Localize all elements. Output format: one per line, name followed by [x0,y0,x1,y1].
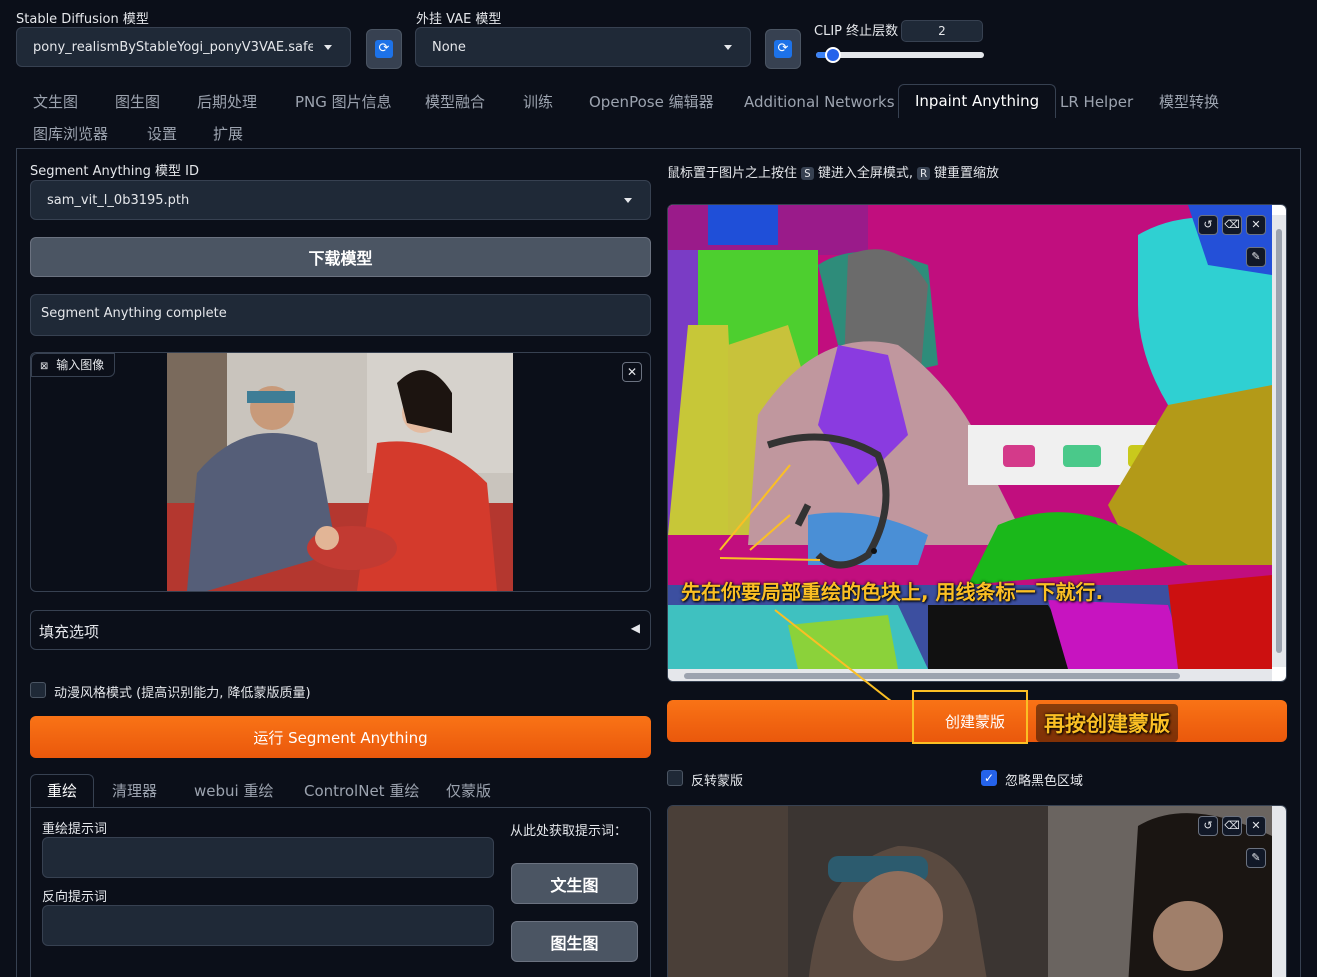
brush-icon[interactable]: ✎ [1246,247,1266,267]
input-image-tag: ⊠ 输入图像 [31,353,116,377]
prompt-input[interactable] [42,837,494,878]
download-model-button[interactable]: 下载模型 [30,237,651,277]
mask-preview-image [668,806,1272,977]
refresh-sd-model-button[interactable]: ⟳ [366,29,402,69]
tab-img2img[interactable]: 图生图 [99,86,176,118]
refresh-icon: ⟳ [375,40,393,58]
hint-suffix: 键重置缩放 [933,166,999,181]
chevron-down-icon [324,45,332,50]
input-image-area[interactable]: ⊠ 输入图像 ✕ [30,352,651,592]
sam-model-value: sam_vit_l_0b3195.pth [47,192,190,208]
vae-label: 外挂 VAE 模型 [416,12,502,27]
anime-mode-checkbox[interactable] [30,682,46,698]
tab-txt2img[interactable]: 文生图 [17,86,94,118]
subtab-mask-only[interactable]: 仅蒙版 [446,775,491,807]
fullscreen-hint: 鼠标置于图片之上按住 S 键进入全屏模式, R 键重置缩放 [667,162,999,181]
prompt-label: 重绘提示词 [42,822,108,837]
chevron-down-icon [624,198,632,203]
run-segment-anything-button[interactable]: 运行 Segment Anything [30,716,651,758]
subtab-controlnet-inpaint[interactable]: ControlNet 重绘 [304,775,419,807]
sam-model-label: Segment Anything 模型 ID [30,164,200,179]
highlight-box [912,690,1028,744]
tab-checkpoint-merger[interactable]: 模型融合 [409,86,501,118]
image-icon: ⊠ [40,361,49,372]
clip-skip-input[interactable]: 2 [901,20,983,42]
undo-icon[interactable]: ↺ [1198,816,1218,836]
refresh-icon: ⟳ [774,40,792,58]
eraser-icon[interactable]: ⌫ [1222,215,1242,235]
sd-model-select[interactable]: pony_realismByStableYogi_ponyV3VAE.safet… [16,27,351,67]
vae-select[interactable]: None [415,27,751,67]
scrollbar-thumb[interactable] [1276,229,1282,653]
fill-options-accordion[interactable]: 填充选项 ◀ [30,610,651,650]
clip-skip-slider[interactable] [816,47,984,63]
annotation-step1: 先在你要局部重绘的色块上, 用线条标一下就行. [681,580,1104,604]
clip-skip-label: CLIP 终止层数 [814,24,899,39]
input-photo [167,353,513,591]
anime-mode-label: 动漫风格模式 (提高识别能力, 降低蒙版质量) [54,686,311,701]
sam-status-text: Segment Anything complete [30,294,651,336]
tab-image-browser[interactable]: 图库浏览器 [17,118,124,150]
tab-settings[interactable]: 设置 [131,118,193,150]
invert-mask-label: 反转蒙版 [691,774,744,789]
annotation-step2: 再按创建蒙版 [1036,704,1178,742]
undo-icon[interactable]: ↺ [1198,215,1218,235]
tab-extensions[interactable]: 扩展 [197,118,259,150]
tab-extras[interactable]: 后期处理 [181,86,273,118]
eraser-icon[interactable]: ⌫ [1222,816,1242,836]
close-icon[interactable]: ✕ [1246,816,1266,836]
vertical-scrollbar[interactable] [1272,806,1286,977]
tab-lr-helper[interactable]: LR Helper [1044,86,1149,118]
tab-train[interactable]: 训练 [507,86,569,118]
brush-icon[interactable]: ✎ [1246,848,1266,868]
invert-mask-checkbox[interactable] [667,770,683,786]
get-from-img2img-button[interactable]: 图生图 [511,921,638,962]
tab-inpaint-anything[interactable]: Inpaint Anything [898,84,1057,118]
vae-value: None [432,39,466,55]
hint-key-s: S [801,167,814,180]
sd-model-label: Stable Diffusion 模型 [16,12,149,27]
negative-prompt-input[interactable] [42,905,494,946]
hint-prefix: 鼠标置于图片之上按住 [667,166,798,181]
hint-mid: 键进入全屏模式, [817,166,914,181]
get-from-txt2img-button[interactable]: 文生图 [511,863,638,904]
input-image-label: 输入图像 [56,358,105,372]
tab-model-converter[interactable]: 模型转换 [1143,86,1235,118]
sam-model-select[interactable]: sam_vit_l_0b3195.pth [30,180,651,220]
tab-png-info[interactable]: PNG 图片信息 [279,86,408,118]
negative-prompt-label: 反向提示词 [42,890,108,905]
tab-openpose-editor[interactable]: OpenPose 编辑器 [573,86,730,118]
subtab-inpaint[interactable]: 重绘 [30,774,95,808]
ignore-black-checkbox[interactable]: ✓ [981,770,997,786]
sd-model-value: pony_realismByStableYogi_ponyV3VAE.safet… [33,39,313,55]
close-icon[interactable]: ✕ [622,362,642,382]
chevron-down-icon [724,45,732,50]
mask-canvas[interactable]: ↺ ⌫ ✕ ✎ [667,805,1287,977]
close-icon[interactable]: ✕ [1246,215,1266,235]
subtab-webui-inpaint[interactable]: webui 重绘 [194,775,273,807]
tab-additional-networks[interactable]: Additional Networks [728,86,911,118]
ignore-black-label: 忽略黑色区域 [1005,774,1084,789]
slider-thumb[interactable] [824,47,841,63]
vertical-scrollbar[interactable] [1272,215,1286,667]
hint-key-r: R [917,167,930,180]
collapse-triangle-icon: ◀ [630,621,640,635]
fill-options-label: 填充选项 [39,623,100,641]
subtab-cleaner[interactable]: 清理器 [112,775,157,807]
refresh-vae-button[interactable]: ⟳ [765,29,801,69]
get-prompt-label: 从此处获取提示词： [510,824,628,839]
